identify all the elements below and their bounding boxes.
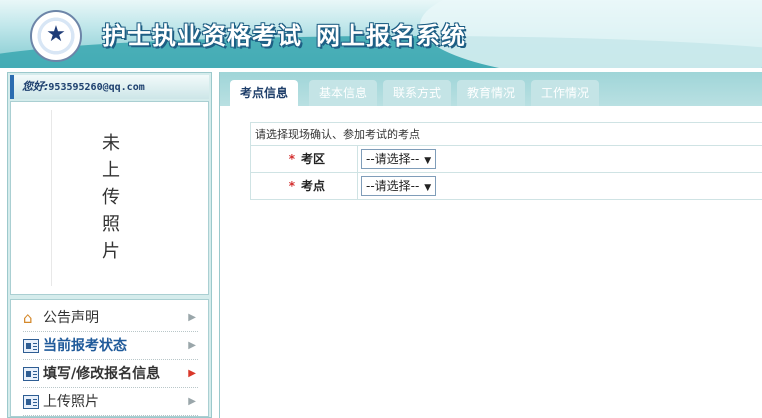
page-title: 护士执业资格考试 网上报名系统 xyxy=(102,16,466,51)
sidebar-item-label: 上传照片 xyxy=(43,394,99,410)
card-icon xyxy=(23,339,39,353)
sidebar-item-label: 公告声明 xyxy=(43,310,99,326)
tab-basic-info[interactable]: 基本信息 xyxy=(309,80,378,106)
sidebar-item-label: 填写/修改报名信息 xyxy=(43,366,161,382)
exam-site-form: 请选择现场确认、参加考试的考点 * 考区 --请选择-- ▼ * 考点 --请选择-… xyxy=(250,122,762,200)
exam-site-select[interactable]: --请选择-- ▼ xyxy=(361,176,437,196)
sidebar: 您好:953595260@qq.com 未上传照片 ⌂ 公告声明 ▶ 当前报考状… xyxy=(7,72,212,418)
form-instruction: 请选择现场确认、参加考试的考点 xyxy=(250,122,762,146)
required-mark: * xyxy=(288,179,295,193)
title-main: 护士执业资格考试 xyxy=(102,22,302,50)
emblem-icon: ★ xyxy=(30,10,82,62)
chevron-down-icon: ▼ xyxy=(421,183,432,193)
field-label: * 考点 xyxy=(251,173,358,199)
title-sub: 网上报名系统 xyxy=(316,22,466,50)
sidebar-item-upload-photo[interactable]: 上传照片 ▶ xyxy=(23,388,198,416)
tab-work[interactable]: 工作情况 xyxy=(531,80,600,106)
sidebar-item-announcement[interactable]: ⌂ 公告声明 ▶ xyxy=(23,304,198,332)
chevron-right-icon: ▶ xyxy=(188,396,196,407)
chevron-right-icon: ▶ xyxy=(188,312,196,323)
star-icon: ★ xyxy=(46,22,66,47)
required-mark: * xyxy=(288,152,295,166)
header-banner: ★ 护士执业资格考试 网上报名系统 xyxy=(0,0,762,68)
exam-area-select[interactable]: --请选择-- ▼ xyxy=(361,149,437,169)
card-icon xyxy=(23,367,39,381)
user-greeting: 您好:953595260@qq.com xyxy=(10,75,209,99)
banner-highlight xyxy=(420,0,762,68)
main-panel: 考点信息 基本信息 联系方式 教育情况 工作情况 请选择现场确认、参加考试的考点… xyxy=(219,72,762,418)
tab-bar: 考点信息 基本信息 联系方式 教育情况 工作情况 xyxy=(220,72,762,106)
chevron-right-icon: ▶ xyxy=(188,368,196,379)
card-icon xyxy=(23,395,39,409)
tab-education[interactable]: 教育情况 xyxy=(457,80,526,106)
photo-box: 未上传照片 xyxy=(10,101,209,295)
chevron-right-icon: ▶ xyxy=(188,340,196,351)
sidebar-menu: ⌂ 公告声明 ▶ 当前报考状态 ▶ 填写/修改报名信息 ▶ 上传照片 ▶ xyxy=(10,299,209,417)
user-email: 953595260@qq.com xyxy=(48,82,145,93)
greeting-label: 您好: xyxy=(22,80,49,93)
photo-placeholder: 未上传照片 xyxy=(102,133,120,262)
chevron-down-icon: ▼ xyxy=(421,156,432,166)
tab-contact[interactable]: 联系方式 xyxy=(383,80,452,106)
sidebar-item-edit-info[interactable]: 填写/修改报名信息 ▶ xyxy=(23,360,198,388)
tab-exam-site[interactable]: 考点信息 xyxy=(230,80,299,106)
sidebar-item-status[interactable]: 当前报考状态 ▶ xyxy=(23,332,198,360)
house-icon: ⌂ xyxy=(23,309,33,327)
sidebar-item-label: 当前报考状态 xyxy=(43,338,127,354)
form-row: * 考区 --请选择-- ▼ xyxy=(250,146,762,173)
form-row: * 考点 --请选择-- ▼ xyxy=(250,173,762,200)
field-label: * 考区 xyxy=(251,146,358,172)
